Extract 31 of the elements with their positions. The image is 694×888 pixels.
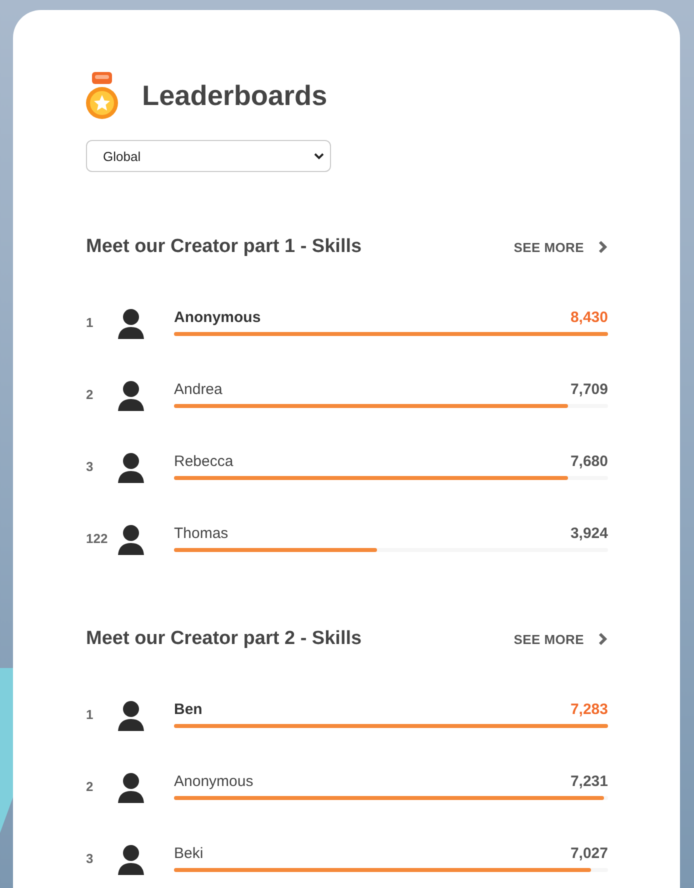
chevron-icon (598, 240, 608, 254)
score-value: 7,231 (570, 772, 608, 790)
see-more-link[interactable]: SEE MORE (514, 632, 608, 646)
score-value: 3,924 (570, 524, 608, 542)
rank-number: 1 (86, 314, 94, 330)
rank-number: 2 (86, 778, 94, 794)
rank-number: 3 (86, 458, 94, 474)
score-value: 8,430 (570, 308, 608, 326)
score-value: 7,027 (570, 844, 608, 862)
chevron-icon (598, 632, 608, 646)
page-title: Leaderboards (142, 80, 328, 112)
scope-dropdown[interactable]: Global (86, 140, 331, 172)
medal-icon (84, 72, 120, 120)
player-name: Anonymous (174, 308, 261, 326)
player-name: Beki (174, 844, 204, 862)
score-value: 7,709 (570, 380, 608, 398)
rank-number: 1 (86, 706, 94, 722)
player-name: Rebecca (174, 452, 234, 470)
leaderboard-title: Meet our Creator part 1 - Skills (86, 236, 362, 258)
score-value: 7,283 (570, 700, 608, 718)
rank-number: 122 (86, 530, 109, 546)
leaderboard-title: Meet our Creator part 2 - Skills (86, 628, 362, 650)
player-name: Andrea (174, 380, 222, 398)
player-name: Anonymous (174, 772, 254, 790)
player-name: Thomas (174, 524, 228, 542)
score-value: 7,680 (570, 452, 608, 470)
see-more-link[interactable]: SEE MORE (514, 240, 608, 254)
rank-number: 3 (86, 850, 94, 866)
player-name: Ben (174, 700, 202, 718)
caret-icon (314, 152, 324, 160)
rank-number: 2 (86, 386, 94, 402)
